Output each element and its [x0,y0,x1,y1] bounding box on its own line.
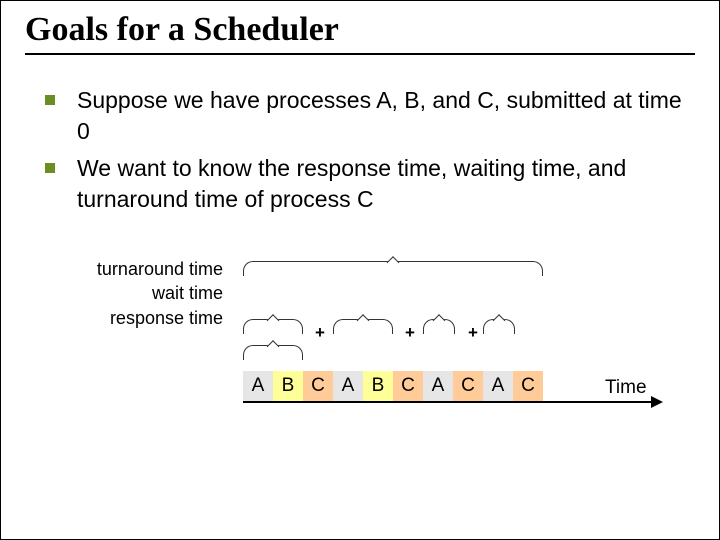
bullet-text: We want to know the response time, waiti… [77,153,695,215]
slot-C: C [303,371,333,401]
slot-C: C [393,371,423,401]
brace-turnaround [243,261,543,276]
bullet-square-icon [45,95,55,105]
slot-C: C [453,371,483,401]
slot-A: A [423,371,453,401]
brace-wait-4 [483,319,515,334]
slot-A: A [333,371,363,401]
label-turnaround: turnaround time [25,257,223,281]
slot-A: A [243,371,273,401]
bullet-item: Suppose we have processes A, B, and C, s… [35,85,695,147]
brace-response [243,345,303,360]
slot-A: A [483,371,513,401]
slot-B: B [363,371,393,401]
timing-diagram: turnaround time wait time response time … [25,257,695,467]
plus-icon: + [468,323,478,343]
title-rule [25,53,695,55]
bullet-square-icon [45,163,55,173]
brace-wait-3 [423,319,455,334]
plus-icon: + [315,323,325,343]
bullet-item: We want to know the response time, waiti… [35,153,695,215]
metric-labels: turnaround time wait time response time [25,257,223,330]
slot-B: B [273,371,303,401]
bullet-list: Suppose we have processes A, B, and C, s… [35,85,695,215]
bullet-text: Suppose we have processes A, B, and C, s… [77,85,695,147]
brace-wait-2 [333,319,393,334]
time-axis-label: Time [605,377,647,399]
time-arrow-icon [243,401,653,403]
label-wait: wait time [25,281,223,305]
slide-title: Goals for a Scheduler [25,11,695,49]
slot-C: C [513,371,543,401]
label-response: response time [25,306,223,330]
plus-icon: + [405,323,415,343]
brace-wait-1 [243,319,303,334]
